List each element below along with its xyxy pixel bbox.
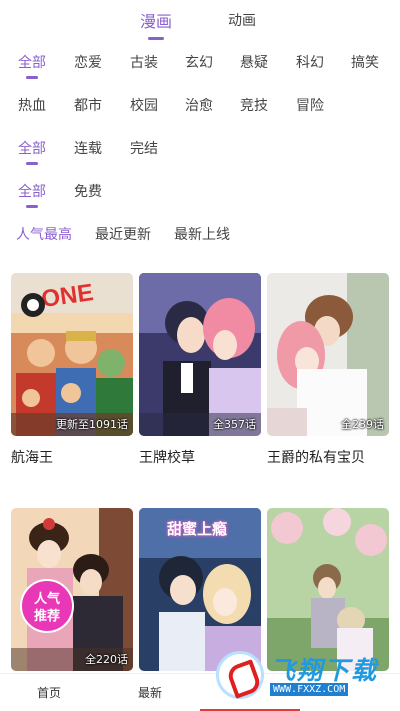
- genre-filter-item[interactable]: 科幻: [296, 52, 324, 72]
- genre-filter-item[interactable]: 玄幻: [185, 52, 213, 72]
- cover-art: [267, 508, 389, 671]
- comic-cover: 人气 推荐 全220话: [11, 508, 133, 671]
- watermark-text: 飞翔下载: [270, 656, 379, 685]
- status-filter-item[interactable]: 连载: [74, 138, 102, 158]
- tab-anime[interactable]: 动画: [228, 10, 256, 30]
- comic-cover: 甜蜜上瘾: [139, 508, 261, 671]
- status-filter-item[interactable]: 全部: [18, 138, 46, 165]
- comic-title: 王牌校草: [139, 450, 195, 466]
- genre-filter-item[interactable]: 恋爱: [74, 52, 102, 72]
- sort-row: 人气最高 最近更新 最新上线: [0, 224, 400, 254]
- cover-art: [267, 273, 389, 436]
- comic-cover: 全239话: [267, 273, 389, 436]
- comic-card[interactable]: [267, 508, 389, 671]
- episode-count: 更新至1091话: [56, 418, 128, 431]
- comic-card[interactable]: 人气 推荐 全220话: [11, 508, 133, 671]
- filter-active-indicator: [26, 162, 38, 165]
- episode-count: 全220话: [85, 653, 128, 666]
- genre-filter-row-1: 全部 恋爱 古装 玄幻 悬疑 科幻 搞笑: [0, 52, 400, 82]
- comic-cover: 全357话: [139, 273, 261, 436]
- status-filter-row: 全部 连载 完结: [0, 138, 400, 168]
- genre-filter-row-2: 热血 都市 校园 治愈 竞技 冒险: [0, 95, 400, 125]
- cover-art: [139, 273, 261, 436]
- genre-filter-item[interactable]: 冒险: [296, 95, 324, 115]
- comic-card[interactable]: 全357话 王牌校草: [139, 273, 261, 467]
- top-tab-bar: 漫画 动画: [0, 0, 400, 44]
- comic-cover: [267, 508, 389, 671]
- price-filter-row: 全部 免费: [0, 181, 400, 211]
- genre-filter-item[interactable]: 校园: [130, 95, 158, 115]
- sort-option[interactable]: 最近更新: [95, 224, 151, 244]
- sort-option[interactable]: 人气最高: [16, 224, 72, 244]
- filter-active-indicator: [26, 76, 38, 79]
- watermark-logo-icon: [216, 651, 264, 699]
- genre-filter-item[interactable]: 全部: [18, 52, 46, 79]
- cover-art: ONE: [11, 273, 133, 436]
- nav-latest[interactable]: 最新: [138, 684, 162, 701]
- genre-filter-item[interactable]: 都市: [74, 95, 102, 115]
- sort-option[interactable]: 最新上线: [174, 224, 230, 244]
- watermark: 飞翔下载 WWW.FXXZ.COM: [216, 649, 388, 701]
- comic-title: 王爵的私有宝贝: [267, 450, 365, 466]
- genre-filter-item[interactable]: 竞技: [240, 95, 268, 115]
- tab-active-indicator: [148, 37, 164, 40]
- status-filter-item[interactable]: 完结: [130, 138, 158, 158]
- comic-card[interactable]: 甜蜜上瘾: [139, 508, 261, 671]
- genre-filter-item[interactable]: 治愈: [185, 95, 213, 115]
- comic-card[interactable]: ONE 更新至1091话 航海王: [11, 273, 133, 467]
- price-filter-item[interactable]: 免费: [74, 181, 102, 201]
- cover-title-text: 甜蜜上瘾: [167, 520, 228, 538]
- genre-filter-item[interactable]: 热血: [18, 95, 46, 115]
- genre-filter-item[interactable]: 古装: [130, 52, 158, 72]
- comic-card[interactable]: 全239话 王爵的私有宝贝: [267, 273, 389, 467]
- tab-manga-label: 漫画: [140, 12, 173, 31]
- watermark-url: WWW.FXXZ.COM: [270, 683, 349, 696]
- tab-anime-label: 动画: [228, 13, 256, 29]
- nav-home[interactable]: 首页: [37, 684, 61, 701]
- episode-count: 全239话: [341, 418, 384, 431]
- filter-active-indicator: [26, 205, 38, 208]
- episode-count: 全357话: [213, 418, 256, 431]
- genre-filter-item[interactable]: 搞笑: [351, 52, 379, 72]
- tab-manga[interactable]: 漫画: [140, 8, 173, 40]
- price-filter-item[interactable]: 全部: [18, 181, 46, 208]
- comic-title: 航海王: [11, 450, 53, 466]
- comic-cover: ONE 更新至1091话: [11, 273, 133, 436]
- genre-filter-item[interactable]: 悬疑: [240, 52, 268, 72]
- hot-recommend-badge: 人气 推荐: [20, 579, 74, 633]
